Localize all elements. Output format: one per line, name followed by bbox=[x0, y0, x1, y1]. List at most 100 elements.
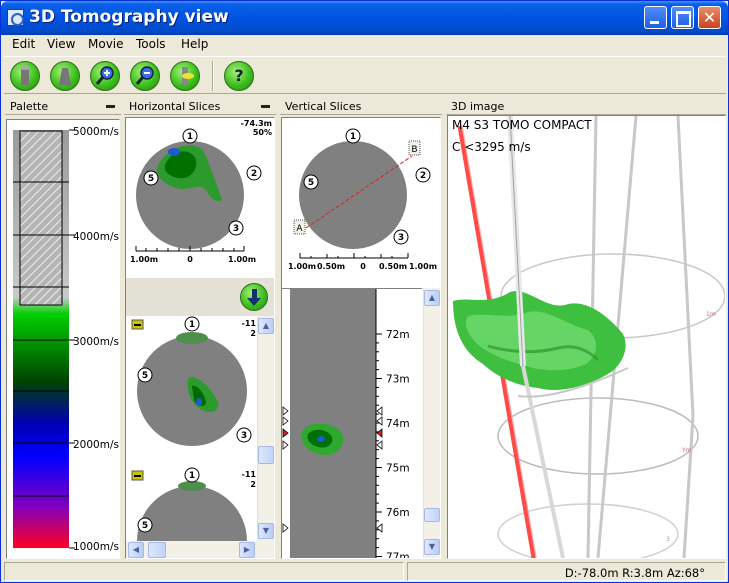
slice-button[interactable] bbox=[170, 61, 200, 91]
scroll-down-button[interactable] bbox=[240, 283, 268, 311]
depth-label: 72m bbox=[386, 329, 410, 341]
slice2-marker-3: 3 bbox=[241, 431, 247, 441]
palette-panel: Palette 5000m/s 4000m/s 3000m/s 2000m/s … bbox=[5, 97, 121, 560]
arrow-down-icon bbox=[247, 289, 261, 306]
minimize-button[interactable] bbox=[644, 6, 667, 29]
slice3-disc bbox=[137, 486, 247, 541]
help-icon: ? bbox=[234, 66, 244, 85]
slice2-marker-5: 5 bbox=[142, 371, 148, 381]
vertical-slices-area: A B 1 2 3 5 1.00m 0.50m 0 0.50m 1.00m 72… bbox=[281, 117, 441, 559]
vscale-5: 1.00m bbox=[409, 262, 437, 271]
3d-image-title: 3D image bbox=[451, 100, 505, 113]
3d-viewport[interactable]: 1m Ym 3 M4 S3 TOMO COMPACT C <3295 m/s bbox=[447, 115, 726, 559]
vscale-3: 0 bbox=[360, 262, 366, 271]
window-title: 3D Tomography view bbox=[29, 7, 229, 27]
current-depth-marker-right bbox=[376, 428, 383, 438]
menu-edit[interactable]: Edit bbox=[12, 37, 35, 51]
scroll-thumb[interactable] bbox=[424, 508, 440, 522]
depth-tag-1: 1m bbox=[706, 311, 716, 318]
app-icon bbox=[7, 9, 24, 26]
slice3-marker-1: 1 bbox=[189, 471, 195, 481]
collapse-icon[interactable] bbox=[106, 105, 115, 108]
zoom-in-button[interactable] bbox=[90, 61, 120, 91]
scroll-up-arrow-icon[interactable]: ▲ bbox=[424, 290, 440, 306]
depth-label: 74m bbox=[386, 418, 410, 430]
palette-label-3000: 3000m/s bbox=[73, 336, 119, 348]
horizontal-slices-area: 1 2 3 5 -74.3m 50% 1.00m 0 1.00m 1 3 5 -… bbox=[125, 117, 275, 559]
status-cell-right: D:-78.0m R:3.8m Az:68° bbox=[407, 562, 726, 581]
collapse-icon[interactable] bbox=[261, 105, 270, 108]
vertical-marker-3: 3 bbox=[398, 233, 404, 243]
vscale-1: 1.00m bbox=[288, 262, 316, 271]
cone-view-button[interactable] bbox=[50, 61, 80, 91]
top-slice-view[interactable]: 1 2 3 5 -74.3m 50% 1.00m 0 1.00m bbox=[126, 118, 274, 278]
slice3-marker-5: 5 bbox=[142, 521, 148, 531]
palette-label-4000: 4000m/s bbox=[73, 231, 119, 243]
slice2-depth: -11 bbox=[242, 319, 257, 328]
3d-caption-line1: M4 S3 TOMO COMPACT bbox=[452, 118, 592, 132]
depth-section-view[interactable]: 72m 73m 74m 75m 76m 77m bbox=[282, 289, 422, 558]
scroll-thumb[interactable] bbox=[258, 446, 274, 464]
vertical-scale-bar bbox=[299, 253, 409, 259]
vertical-marker-2: 2 bbox=[420, 171, 426, 181]
scroll-down-arrow-icon[interactable]: ▼ bbox=[424, 539, 440, 555]
depth-label: 75m bbox=[386, 463, 410, 475]
zoom-in-icon bbox=[95, 66, 114, 85]
cone-icon bbox=[59, 68, 71, 85]
palette-threshold-hatch bbox=[19, 130, 63, 306]
menu-tools[interactable]: Tools bbox=[136, 37, 166, 51]
section-end-a[interactable]: A bbox=[296, 224, 303, 234]
slice-list-vscroll[interactable]: ▲ ▼ bbox=[257, 316, 274, 541]
marker-3: 3 bbox=[233, 224, 239, 234]
palette-label-1000: 1000m/s bbox=[73, 541, 119, 553]
cylinder-view-button[interactable] bbox=[10, 61, 40, 91]
hscroll-thumb[interactable] bbox=[148, 542, 166, 558]
help-button[interactable]: ? bbox=[224, 61, 254, 91]
scroll-down-arrow-icon[interactable]: ▼ bbox=[258, 523, 274, 539]
horizontal-slices-title: Horizontal Slices bbox=[129, 100, 221, 113]
depth-label: 73m bbox=[386, 374, 410, 386]
slice3-depth: -11 bbox=[242, 470, 257, 479]
vertical-slices-panel: Vertical Slices A B 1 2 3 5 1.00m 0.50m … bbox=[280, 97, 442, 560]
menu-bar: Edit View Movie Tools Help bbox=[1, 35, 728, 54]
menu-help[interactable]: Help bbox=[181, 37, 208, 51]
maximize-button[interactable] bbox=[671, 6, 694, 29]
top-scale-zero: 0 bbox=[187, 255, 193, 264]
vscale-2: 0.50m bbox=[317, 262, 345, 271]
depth-section: 72m 73m 74m 75m 76m 77m bbox=[282, 288, 422, 558]
vertical-slice-plan-view[interactable]: A B 1 2 3 5 1.00m 0.50m 0 0.50m 1.00m bbox=[282, 118, 440, 288]
palette-label-2000: 2000m/s bbox=[73, 439, 119, 451]
top-scale-left: 1.00m bbox=[130, 255, 158, 264]
palette-title: Palette bbox=[10, 100, 49, 113]
status-text: D:-78.0m R:3.8m Az:68° bbox=[564, 566, 705, 580]
scroll-up-arrow-icon[interactable]: ▲ bbox=[258, 318, 274, 334]
3d-scene[interactable]: 1m Ym 3 bbox=[448, 116, 725, 558]
scroll-right-arrow-icon[interactable]: ▶ bbox=[239, 542, 255, 558]
menu-movie[interactable]: Movie bbox=[88, 37, 124, 51]
slice2-marker-1: 1 bbox=[189, 320, 195, 330]
status-cell-left bbox=[4, 562, 404, 581]
top-slice-percent: 50% bbox=[253, 128, 272, 137]
depth-tag-3: 3 bbox=[666, 536, 670, 543]
top-slice-depth: -74.3m bbox=[241, 119, 272, 128]
marker-2: 2 bbox=[251, 169, 257, 179]
slice-list-view[interactable]: 1 3 5 -11 2 1 5 -11 2 bbox=[126, 316, 257, 541]
depth-labels: 72m 73m 74m 75m 76m 77m bbox=[386, 329, 410, 558]
close-button[interactable]: ✕ bbox=[698, 6, 721, 29]
slice-icon bbox=[182, 67, 194, 85]
3d-caption-line2: C <3295 m/s bbox=[452, 140, 531, 154]
slice2-sub: 2 bbox=[250, 329, 256, 338]
zoom-out-button[interactable] bbox=[130, 61, 160, 91]
vertical-plan-disc bbox=[299, 141, 407, 249]
slice-list-toolbar bbox=[126, 278, 274, 316]
title-bar: 3D Tomography view ✕ bbox=[1, 1, 728, 35]
depth-vscroll[interactable]: ▲ ▼ bbox=[423, 288, 440, 558]
slice-list-hscroll[interactable]: ◀ ▶ bbox=[126, 541, 274, 558]
minimize-slice-icon[interactable] bbox=[134, 475, 141, 477]
depth-label: 76m bbox=[386, 507, 410, 519]
scroll-left-arrow-icon[interactable]: ◀ bbox=[128, 542, 144, 558]
minimize-slice-icon[interactable] bbox=[134, 324, 141, 326]
menu-view[interactable]: View bbox=[47, 37, 75, 51]
toolbar-separator bbox=[212, 61, 214, 91]
section-end-b[interactable]: B bbox=[411, 145, 417, 155]
